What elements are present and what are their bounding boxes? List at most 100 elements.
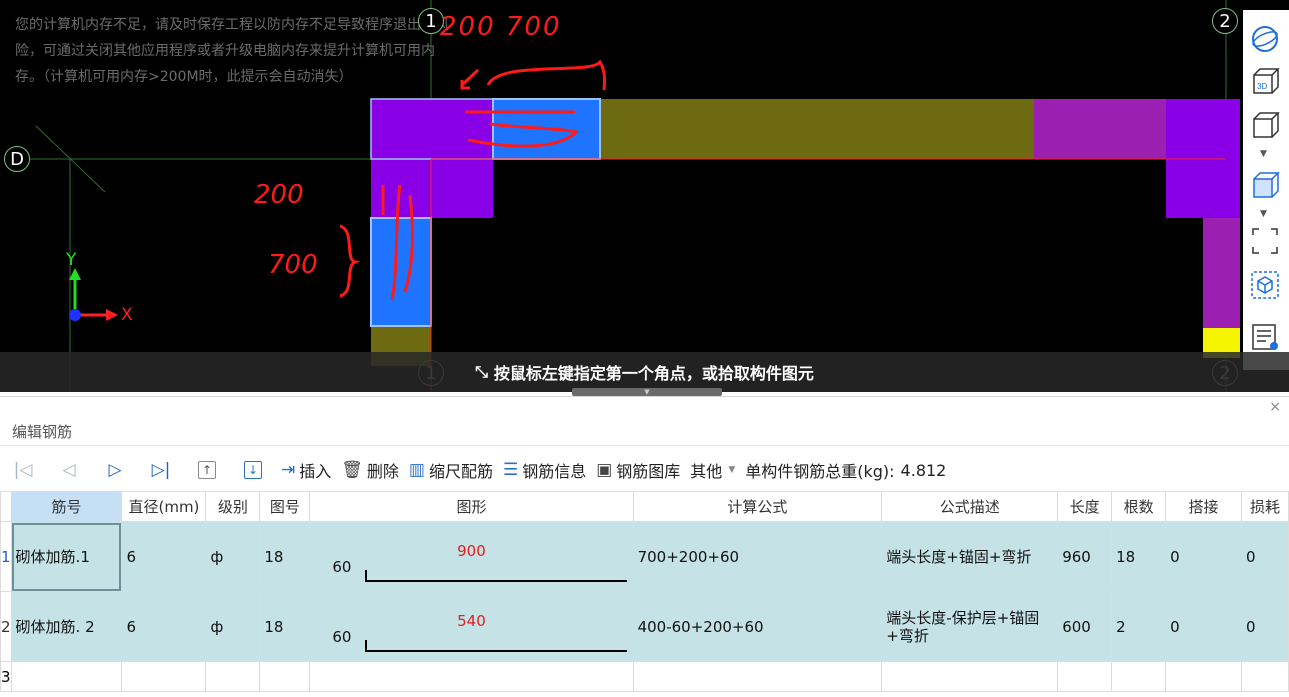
cell-loss[interactable]: 0 [1240,521,1289,592]
table-row[interactable]: 3 [0,661,1289,692]
rebar-library-button[interactable]: ▣ 钢筋图库 [591,457,685,483]
table-row[interactable]: 1 砌体加筋.1 6 ф 18 900 60 700+200+60 端头长度+锚… [0,521,1289,592]
cell-lap[interactable]: 0 [1165,521,1242,592]
column-header[interactable]: 损耗 [1240,491,1289,522]
empty-cell[interactable] [259,661,311,692]
properties-button[interactable] [1248,320,1282,354]
row-number[interactable]: 1 [0,521,12,592]
cell-formula[interactable]: 700+200+60 [632,521,883,592]
empty-cell[interactable] [121,661,207,692]
shape-length: 900 [457,542,486,560]
memory-warning-line: 存。（计算机可用内存>200M时，此提示会自动消失） [15,69,353,85]
move-down-icon[interactable]: ↓ [244,461,262,479]
table-header: 筋号 直径(mm) 级别 图号 图形 计算公式 公式描述 长度 根数 搭接 损耗 [0,491,1289,522]
cell-name[interactable]: 砌体加筋.1 [10,521,123,592]
column-header[interactable]: 计算公式 [632,491,883,522]
memory-warning-line: 您的计算机内存不足，请及时保存工程以防内存不足导致程序退出等风 [15,17,449,33]
wall-right-vertical[interactable] [1203,218,1240,328]
column-header[interactable]: 搭接 [1165,491,1242,522]
delete-button[interactable]: 🗑 删除 [336,457,404,483]
status-text: 按鼠标左键指定第一个角点，或拾取构件图元 [493,364,814,383]
move-up-icon[interactable]: ↑ [198,461,216,479]
wall-magenta[interactable] [1034,99,1169,159]
row-number[interactable]: 3 [0,661,12,692]
cube-outline-icon [1253,112,1280,138]
empty-cell[interactable] [1240,661,1289,692]
x-axis-label: X [121,305,133,325]
cell-length[interactable]: 960 [1057,521,1113,592]
column-header[interactable]: 图号 [259,491,311,522]
divider [0,445,1289,446]
close-icon[interactable]: × [1269,399,1281,415]
zoom-extents-button[interactable] [1248,224,1282,258]
empty-cell[interactable] [1057,661,1113,692]
cell-description[interactable]: 端头长度+锚固+弯折 [881,521,1059,592]
column-header[interactable]: 筋号 [10,491,123,522]
y-axis-label: Y [66,250,77,270]
view-box-button[interactable] [1248,268,1282,302]
drawing-canvas[interactable]: 您的计算机内存不足，请及时保存工程以防内存不足导致程序退出等风 险，可通过关闭其… [0,0,1289,392]
column-header[interactable]: 公式描述 [881,491,1059,522]
scale-rebar-button[interactable]: ▥ 缩尺配筋 [404,457,498,483]
last-record-icon[interactable]: ▷| [143,460,179,480]
insert-icon: ⇥ [281,460,296,480]
other-menu-button[interactable]: 其他 ▼ [685,457,740,483]
view-3d-button[interactable]: 3D [1248,64,1282,98]
next-record-icon[interactable]: ▷ [97,460,133,480]
annotation-text-700: 700 [268,250,318,280]
cell-count[interactable]: 18 [1111,521,1167,592]
panel-splitter[interactable]: ▼ [572,388,722,396]
empty-cell[interactable] [205,661,261,692]
cell-count[interactable]: 2 [1111,591,1167,662]
previous-record-icon[interactable]: ◁ [51,460,87,480]
empty-cell[interactable] [10,661,123,692]
cell-length[interactable]: 600 [1057,591,1113,662]
empty-cell[interactable] [1111,661,1167,692]
cell-loss[interactable]: 0 [1240,591,1289,662]
cell-diameter[interactable]: 6 [121,521,207,592]
ruler-icon: ▥ [408,460,425,480]
cell-grade[interactable]: ф [205,521,261,592]
column-header[interactable]: 长度 [1057,491,1113,522]
cell-formula[interactable]: 400-60+200+60 [632,591,883,662]
chevron-down-icon[interactable]: ▼ [1260,209,1267,219]
cell-figure-no[interactable]: 18 [259,521,311,592]
rebar-info-button[interactable]: ☰ 钢筋信息 [498,457,591,483]
edit-rebar-panel: × 编辑钢筋 |◁ ◁ ▷ ▷| ↑ ↓ ⇥ 插入 🗑 删除 ▥ 缩尺配筋 ☰ 钢筋信息… [0,396,1289,697]
cell-description[interactable]: 端头长度-保护层+锚固+弯折 [881,591,1059,662]
first-record-icon[interactable]: |◁ [5,460,41,480]
column-header[interactable]: 根数 [1111,491,1167,522]
rebar-toolbar: |◁ ◁ ▷ ▷| ↑ ↓ ⇥ 插入 🗑 删除 ▥ 缩尺配筋 ☰ 钢筋信息 ▣ 钢筋图库 … [0,455,1289,485]
caret-down-icon: ▼ [728,465,736,475]
view-solid-button[interactable] [1248,168,1282,202]
panel-title: 编辑钢筋 [12,423,73,441]
wall-olive[interactable] [600,99,1034,159]
empty-cell[interactable] [881,661,1059,692]
orbit-button[interactable] [1248,22,1282,56]
x-arrowhead-icon [106,309,118,321]
annotation-text-200: 200 [254,180,304,210]
cell-grade[interactable]: ф [205,591,261,662]
cell-diameter[interactable]: 6 [121,591,207,662]
column-header[interactable]: 直径(mm) [121,491,207,522]
insert-button[interactable]: ⇥ 插入 [276,457,336,483]
view-cube-button[interactable] [1248,108,1282,142]
cell-shape[interactable]: 900 60 [309,521,634,592]
cell-name[interactable]: 砌体加筋. 2 [10,591,123,662]
cell-lap[interactable]: 0 [1165,591,1242,662]
column-header[interactable]: 图形 [309,491,634,522]
trash-icon: 🗑 [341,460,363,480]
cell-figure-no[interactable]: 18 [259,591,311,662]
table-row[interactable]: 2 砌体加筋. 2 6 ф 18 540 60 400-60+200+60 端头… [0,591,1289,662]
column-header[interactable]: 级别 [205,491,261,522]
empty-cell[interactable] [1165,661,1242,692]
svg-text:3D: 3D [1257,82,1267,91]
rebar-vertical[interactable] [370,217,432,327]
row-number[interactable]: 2 [0,591,12,662]
annotation-brace-top [486,59,606,91]
chevron-down-icon[interactable]: ▼ [1260,149,1267,159]
empty-cell[interactable] [309,661,634,692]
empty-cell[interactable] [632,661,883,692]
cube-3d-icon: 3D [1253,68,1280,94]
cell-shape[interactable]: 540 60 [309,591,634,662]
